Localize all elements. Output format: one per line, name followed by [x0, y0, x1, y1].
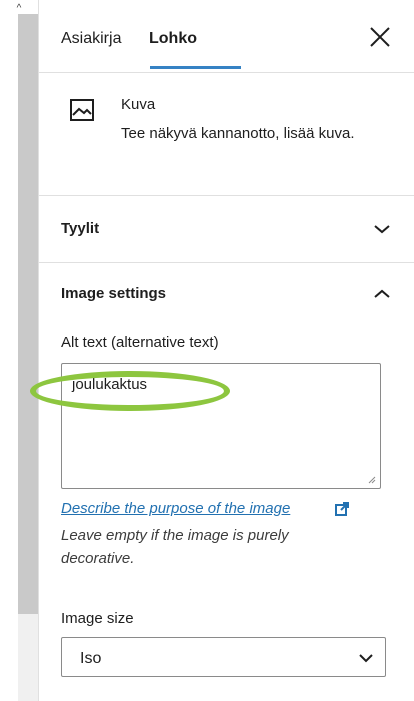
- alt-text-label: Alt text (alternative text): [61, 334, 219, 351]
- image-size-value: Iso: [80, 650, 102, 667]
- block-title: Kuva: [121, 96, 156, 113]
- tab-document[interactable]: Asiakirja: [61, 30, 121, 48]
- block-card: Kuva Tee näkyvä kannanotto, lisää kuva.: [39, 73, 414, 196]
- alt-text-help: Leave empty if the image is purely decor…: [61, 527, 289, 567]
- image-size-label: Image size: [61, 610, 134, 627]
- describe-purpose-link[interactable]: Describe the purpose of the image: [61, 500, 290, 517]
- block-description: Tee näkyvä kannanotto, lisää kuva.: [121, 125, 355, 142]
- scrollbar[interactable]: ^: [0, 0, 38, 701]
- alt-text-field[interactable]: joulukaktus: [61, 363, 381, 489]
- resize-handle-icon[interactable]: [368, 476, 376, 484]
- alt-text-value: joulukaktus: [72, 376, 148, 393]
- image-icon: [70, 99, 94, 121]
- external-link-icon[interactable]: [334, 501, 350, 517]
- close-icon[interactable]: [367, 24, 393, 50]
- chevron-down-icon: [359, 654, 373, 663]
- styles-title: Tyylit: [61, 220, 100, 237]
- styles-panel-toggle[interactable]: Tyylit: [39, 196, 414, 263]
- scroll-thumb[interactable]: [18, 14, 38, 614]
- image-settings-title[interactable]: Image settings: [61, 285, 166, 302]
- chevron-up-icon[interactable]: [373, 288, 391, 300]
- active-tab-indicator: [150, 66, 241, 69]
- tab-block[interactable]: Lohko: [149, 30, 197, 48]
- chevron-down-icon: [374, 225, 390, 234]
- sidebar-tabs: Asiakirja Lohko: [39, 0, 414, 73]
- block-settings-sidebar: Asiakirja Lohko Kuva Tee näkyvä kannanot…: [38, 0, 414, 701]
- image-size-select[interactable]: Iso: [61, 637, 386, 677]
